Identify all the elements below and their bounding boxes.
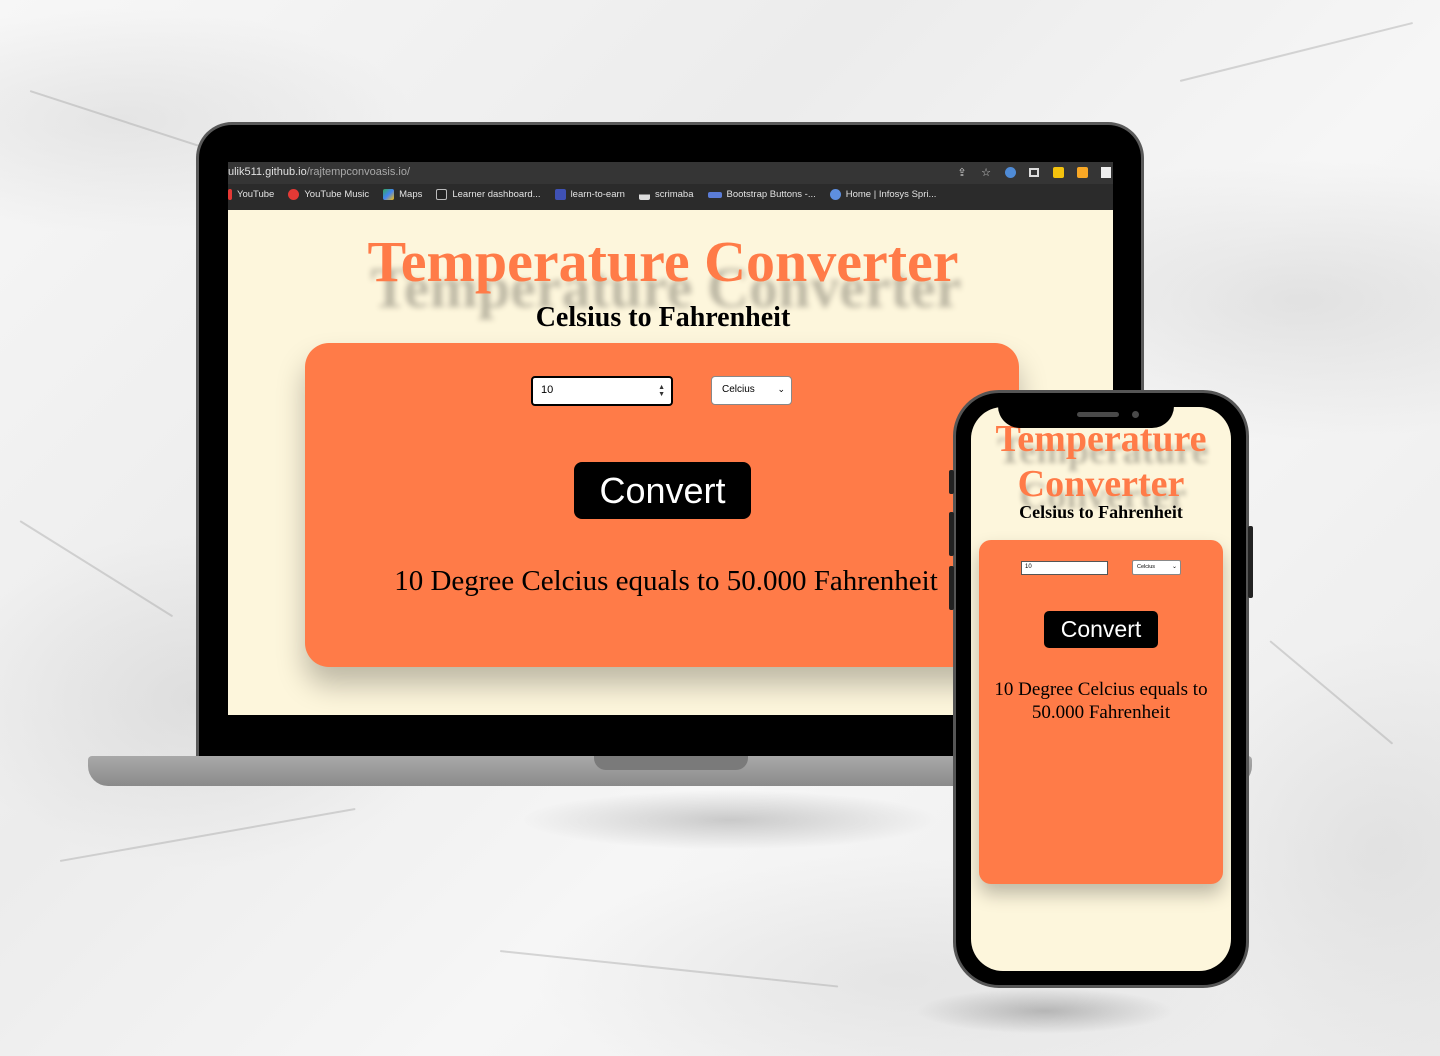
- mobile-result-text: 10 Degree Celcius equals to 50.000 Fahre…: [979, 678, 1223, 724]
- url-path: /rajtempconvoasis.io/: [306, 166, 411, 178]
- unit-select[interactable]: Celcius ⌄: [711, 376, 792, 405]
- phone-volume-button: [949, 566, 954, 610]
- phone-volume-button: [949, 512, 954, 556]
- youtube-music-icon: [288, 189, 300, 200]
- share-icon[interactable]: ⇪: [955, 165, 969, 179]
- marble-vein: [1179, 21, 1414, 82]
- bookmark-infosys[interactable]: Home | Infosys Spri...: [829, 189, 937, 200]
- phone-side-button: [949, 470, 954, 494]
- mobile-converter-card: 10 Celcius ⌄ Convert 10 Degree Celcius e…: [979, 540, 1223, 884]
- phone-speaker: [1077, 412, 1119, 417]
- bookmark-bootstrap-buttons[interactable]: Bootstrap Buttons -...: [707, 189, 816, 200]
- scrimaba-icon: [638, 189, 650, 200]
- convert-button[interactable]: Convert: [574, 462, 751, 519]
- marble-vein: [59, 807, 356, 862]
- bookmark-learner-dashboard[interactable]: Learner dashboard...: [436, 189, 541, 200]
- mobile-result-line: 50.000 Fahrenheit: [1031, 702, 1171, 723]
- maps-icon: [383, 189, 395, 200]
- bookmark-youtube[interactable]: YouTube: [228, 189, 274, 200]
- bookmark-label: YouTube Music: [304, 189, 370, 200]
- browser-actions: ⇪ ☆: [955, 165, 1113, 179]
- mdn-icon: [707, 191, 722, 198]
- page-subtitle: Celsius to Fahrenheit: [535, 302, 791, 333]
- chevron-down-icon: ⌄: [1171, 564, 1177, 570]
- bookmark-scrimaba[interactable]: scrimaba: [638, 189, 694, 200]
- mobile-result-line: 10 Degree Celcius equals to: [994, 679, 1208, 700]
- star-icon[interactable]: ☆: [979, 165, 993, 179]
- mobile-page-title: Temperature Converter: [971, 417, 1231, 507]
- result-text: 10 Degree Celcius equals to 50.000 Fahre…: [394, 565, 938, 597]
- phone-shadow: [915, 988, 1175, 1034]
- laptop-notch: [594, 756, 748, 770]
- bookmark-youtube-music[interactable]: YouTube Music: [288, 189, 369, 200]
- mobile-temperature-input[interactable]: 10: [1021, 561, 1108, 575]
- phone-camera: [1132, 411, 1139, 418]
- phone-power-button: [1248, 526, 1253, 598]
- input-value: 10: [1025, 564, 1032, 570]
- extension-b-icon[interactable]: [1099, 165, 1113, 179]
- youtube-icon: [228, 189, 232, 200]
- learn-to-earn-icon: [554, 189, 566, 200]
- phone-screen: Temperature Converter Celsius to Fahrenh…: [971, 407, 1231, 971]
- bookmarks-bar: YouTube YouTube Music Maps Learner dashb…: [228, 189, 936, 200]
- number-spinner-icon[interactable]: ▲ ▼: [658, 384, 665, 398]
- mobile-title-line: Converter: [1017, 463, 1185, 505]
- address-bar[interactable]: ulik511.github.io/rajtempconvoasis.io/ ⇪…: [228, 162, 1113, 184]
- input-value: 10: [541, 384, 554, 396]
- extension-compass-icon[interactable]: [1003, 165, 1017, 179]
- converter-card: 10 ▲ ▼ Celcius ⌄ Convert 10 Degree Celciu…: [305, 343, 1019, 667]
- bookmark-label: YouTube: [237, 189, 275, 200]
- mobile-page-subtitle: Celsius to Fahrenheit: [1019, 502, 1183, 522]
- mobile-unit-select[interactable]: Celcius ⌄: [1132, 560, 1181, 575]
- url-host: ulik511.github.io: [228, 166, 307, 178]
- extension-window-icon[interactable]: [1027, 165, 1041, 179]
- bookmark-maps[interactable]: Maps: [383, 189, 422, 200]
- marble-vein: [499, 950, 839, 988]
- chevron-down-icon: ⌄: [777, 384, 785, 394]
- aws-icon: [436, 189, 448, 200]
- infosys-icon: [829, 189, 841, 200]
- unit-selected-value: Celcius: [1137, 564, 1156, 570]
- url-text[interactable]: ulik511.github.io/rajtempconvoasis.io/: [228, 166, 410, 178]
- bookmark-label: Home | Infosys Spri...: [845, 189, 937, 200]
- bookmark-label: Learner dashboard...: [452, 189, 541, 200]
- page-title: Temperature Converter: [367, 229, 959, 294]
- marble-vein: [19, 520, 174, 618]
- mobile-convert-button[interactable]: Convert: [1044, 611, 1158, 648]
- bookmark-label: learn-to-earn: [570, 189, 625, 200]
- browser-toolbar: ulik511.github.io/rajtempconvoasis.io/ ⇪…: [228, 162, 1113, 210]
- marble-vein: [1269, 640, 1394, 745]
- laptop-shadow: [520, 790, 940, 850]
- bookmark-label: scrimaba: [654, 189, 694, 200]
- extension-yellow-icon[interactable]: [1051, 165, 1065, 179]
- temperature-input[interactable]: 10 ▲ ▼: [531, 376, 673, 406]
- bookmark-label: Maps: [399, 189, 423, 200]
- bookmark-learn-to-earn[interactable]: learn-to-earn: [554, 189, 625, 200]
- extension-orange-icon[interactable]: [1075, 165, 1089, 179]
- unit-selected-value: Celcius: [722, 384, 755, 395]
- bookmark-label: Bootstrap Buttons -...: [726, 189, 816, 200]
